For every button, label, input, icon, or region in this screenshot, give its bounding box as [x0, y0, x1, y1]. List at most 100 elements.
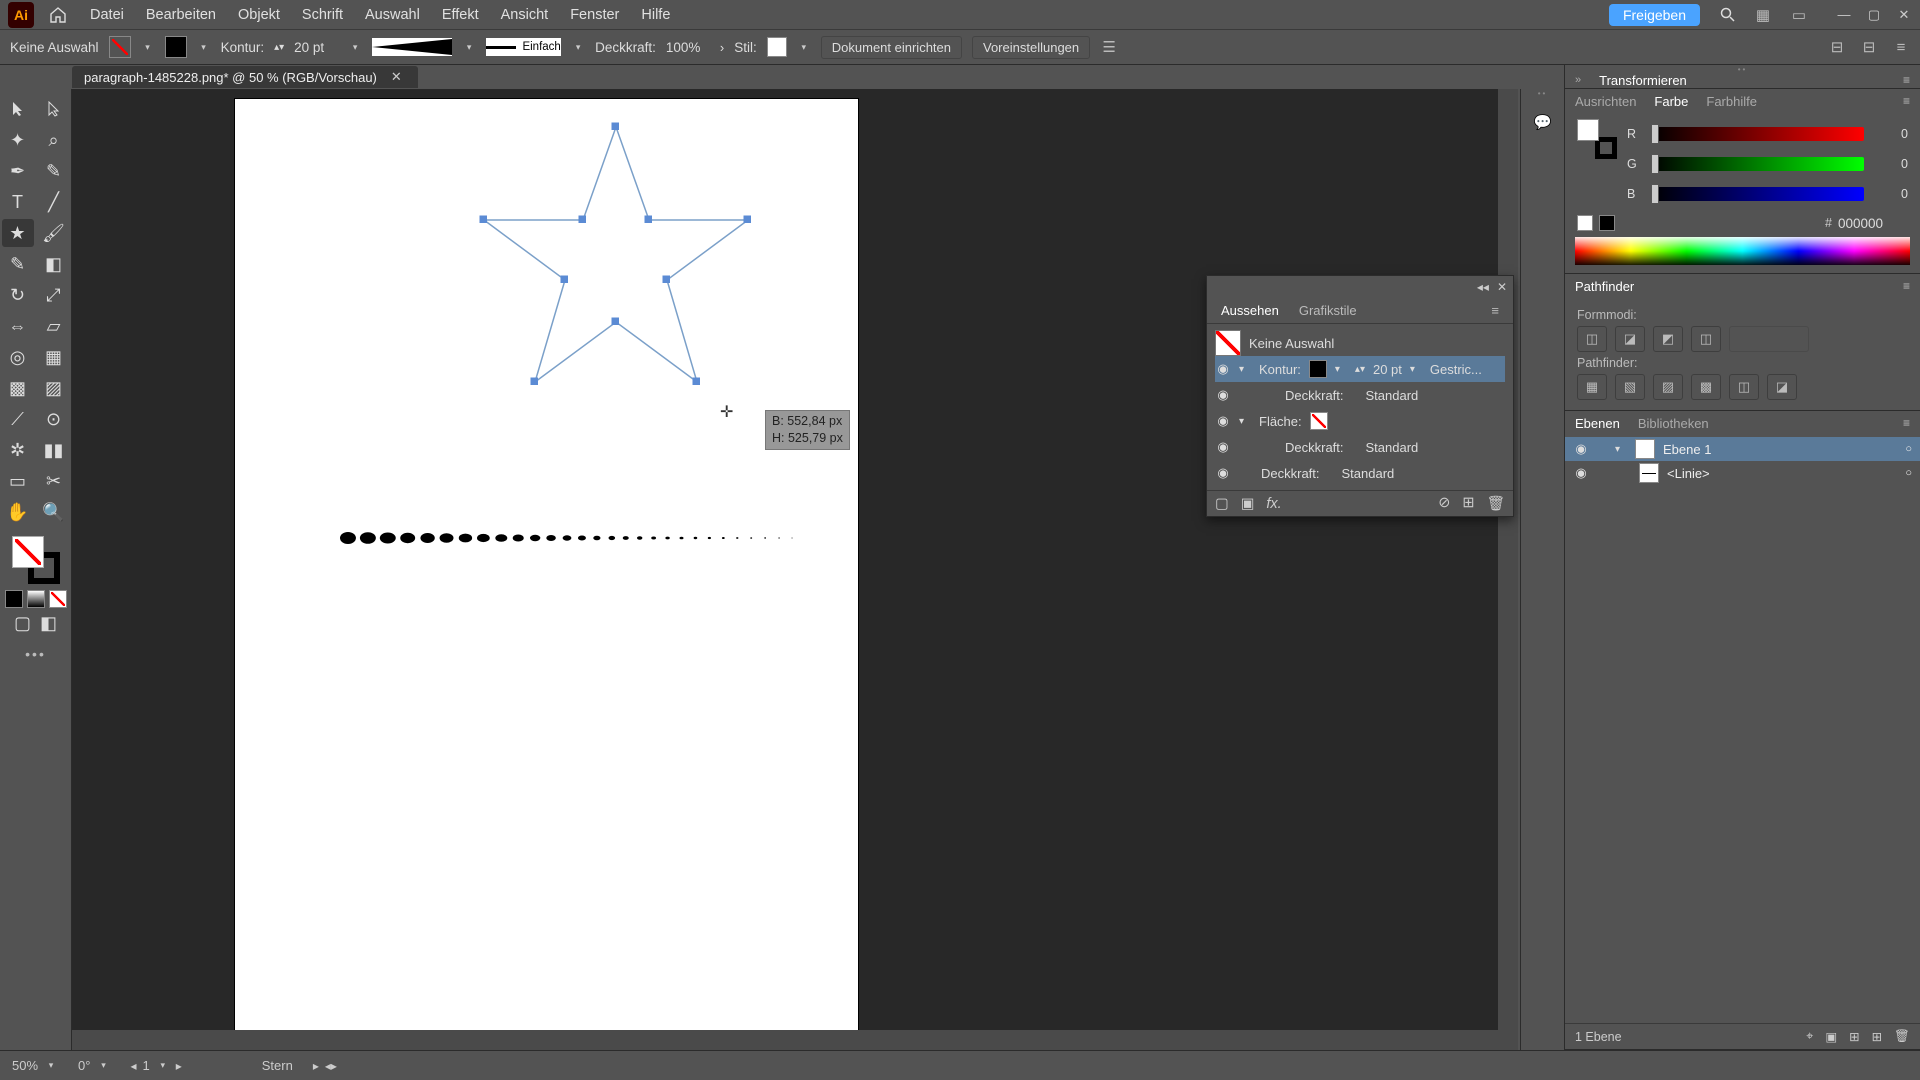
merge-button[interactable]: ▨: [1653, 374, 1683, 400]
make-clipping-mask-icon[interactable]: ▣: [1825, 1029, 1837, 1044]
b-value[interactable]: 0: [1874, 187, 1908, 201]
minimize-button[interactable]: —: [1836, 7, 1852, 23]
delete-item-icon[interactable]: 🗑: [1487, 495, 1505, 512]
artboard-next-icon[interactable]: ▸: [176, 1059, 182, 1073]
panel-options-icon[interactable]: ≡: [1491, 303, 1499, 318]
add-stroke-icon[interactable]: ▢: [1215, 496, 1229, 512]
stroke-weight-dropdown-icon[interactable]: ▾: [348, 40, 362, 54]
stroke-style-dropdown-icon[interactable]: ▾: [571, 40, 585, 54]
kontur-dash-label[interactable]: Gestric...: [1430, 362, 1482, 377]
add-effect-icon[interactable]: fx.: [1266, 496, 1281, 512]
kontur-weight-value[interactable]: 20 pt: [1373, 362, 1402, 377]
minus-front-button[interactable]: ◪: [1615, 326, 1645, 352]
star-tool[interactable]: ★: [2, 219, 34, 247]
black-swatch-button[interactable]: [1599, 215, 1615, 231]
panel-fill-box[interactable]: [1577, 119, 1599, 141]
restore-button[interactable]: ▢: [1866, 7, 1882, 23]
home-button[interactable]: [44, 4, 72, 26]
opacity3-value[interactable]: Standard: [1342, 466, 1395, 481]
locate-object-icon[interactable]: ⌖: [1806, 1029, 1813, 1044]
lasso-tool[interactable]: ⌕: [38, 126, 70, 154]
pathfinder-menu-icon[interactable]: ≡: [1903, 279, 1910, 293]
close-window-button[interactable]: ✕: [1896, 7, 1912, 23]
visibility-toggle-opacity3[interactable]: ◉: [1215, 465, 1231, 481]
crop-button[interactable]: ▩: [1691, 374, 1721, 400]
shape-builder-tool[interactable]: ◎: [2, 343, 34, 371]
layer-name-label[interactable]: Ebene 1: [1663, 442, 1711, 457]
contextual-task-icon[interactable]: 💬: [1528, 107, 1558, 137]
exclude-button[interactable]: ◫: [1691, 326, 1721, 352]
edit-toolbar-button[interactable]: •••: [25, 646, 46, 662]
rotation-dropdown-icon[interactable]: ▾: [96, 1059, 110, 1073]
artboard-tool[interactable]: ▭: [2, 467, 34, 495]
stroke-swatch[interactable]: [165, 36, 187, 58]
line-tool[interactable]: ╱: [38, 188, 70, 216]
expand-transform-icon[interactable]: »: [1575, 74, 1581, 86]
sublayer-target-icon[interactable]: ○: [1905, 467, 1912, 479]
scale-tool[interactable]: ⤢: [38, 281, 70, 309]
layer-target-icon[interactable]: ○: [1905, 443, 1912, 455]
b-slider[interactable]: [1651, 187, 1864, 201]
layers-menu-icon[interactable]: ≡: [1903, 416, 1910, 430]
tab-transformieren[interactable]: Transformieren: [1599, 73, 1687, 88]
menu-hilfe[interactable]: Hilfe: [641, 7, 670, 23]
vertical-scrollbar[interactable]: [1498, 89, 1518, 1030]
eraser-tool[interactable]: ◧: [38, 250, 70, 278]
layer-expand-icon[interactable]: ▾: [1615, 444, 1627, 455]
kontur-swatch[interactable]: [1309, 360, 1327, 378]
opacity-arrow-icon[interactable]: ›: [720, 40, 724, 55]
document-tab[interactable]: paragraph-1485228.png* @ 50 % (RGB/Vorsc…: [72, 66, 418, 88]
tab-farbhilfe[interactable]: Farbhilfe: [1706, 94, 1757, 109]
brush-dropdown-icon[interactable]: ▾: [462, 40, 476, 54]
perspective-grid-tool[interactable]: ▦: [38, 343, 70, 371]
pen-tool[interactable]: ✒: [2, 157, 34, 185]
paintbrush-tool[interactable]: 🖌: [38, 219, 70, 247]
color-mode-none[interactable]: [49, 590, 67, 608]
opacity-input[interactable]: [666, 40, 710, 55]
color-mode-gradient[interactable]: [27, 590, 45, 608]
create-layer-icon[interactable]: ⊞: [1872, 1029, 1882, 1044]
color-menu-icon[interactable]: ≡: [1903, 94, 1910, 108]
tab-farbe[interactable]: Farbe: [1654, 94, 1688, 109]
style-dropdown-icon[interactable]: ▾: [797, 40, 811, 54]
fill-dropdown-icon[interactable]: ▾: [141, 40, 155, 54]
color-mode-solid[interactable]: [5, 590, 23, 608]
stroke-stepper-icon[interactable]: ▴▾: [274, 42, 284, 53]
horizontal-scrollbar[interactable]: [72, 1030, 1518, 1050]
fill-color-box[interactable]: [12, 536, 44, 568]
expand-flaeche-icon[interactable]: ▾: [1239, 416, 1251, 427]
graphic-style-swatch[interactable]: [767, 37, 787, 57]
kontur-stepper-icon[interactable]: ▴▾: [1355, 364, 1365, 375]
arrange-panels-icon[interactable]: ▦: [1754, 6, 1772, 24]
status-nav2-icon[interactable]: ◂▸: [325, 1059, 337, 1073]
preferences-button[interactable]: Voreinstellungen: [972, 36, 1090, 59]
tab-bibliotheken[interactable]: Bibliotheken: [1638, 416, 1709, 431]
symbol-sprayer-tool[interactable]: ✲: [2, 436, 34, 464]
delete-layer-icon[interactable]: 🗑: [1894, 1029, 1910, 1044]
zoom-value[interactable]: 50%: [12, 1058, 38, 1073]
menu-ansicht[interactable]: Ansicht: [501, 7, 549, 23]
selection-tool[interactable]: [2, 95, 34, 123]
magic-wand-tool[interactable]: ✦: [2, 126, 34, 154]
stroke-dropdown-icon[interactable]: ▾: [197, 40, 211, 54]
share-button[interactable]: Freigeben: [1609, 4, 1700, 26]
create-sublayer-icon[interactable]: ⊞: [1849, 1029, 1859, 1044]
type-tool[interactable]: T: [2, 188, 34, 216]
hand-tool[interactable]: ✋: [2, 498, 34, 526]
direct-selection-tool[interactable]: [38, 95, 70, 123]
visibility-toggle-kontur[interactable]: ◉: [1215, 361, 1231, 377]
sublayer-name-label[interactable]: <Linie>: [1667, 466, 1710, 481]
gradient-tool[interactable]: ▨: [38, 374, 70, 402]
zoom-tool[interactable]: 🔍: [38, 498, 70, 526]
menu-auswahl[interactable]: Auswahl: [365, 7, 420, 23]
color-spectrum[interactable]: [1575, 237, 1910, 265]
slice-tool[interactable]: ✂: [38, 467, 70, 495]
align-options-icon[interactable]: ☰: [1100, 38, 1118, 56]
panel-menu-icon[interactable]: ≡: [1892, 38, 1910, 56]
fill-swatch[interactable]: [109, 36, 131, 58]
flaeche-label[interactable]: Fläche:: [1259, 414, 1302, 429]
menu-datei[interactable]: Datei: [90, 7, 124, 23]
hex-input[interactable]: [1838, 216, 1908, 231]
flaeche-swatch[interactable]: [1310, 412, 1328, 430]
transform-menu-icon[interactable]: ≡: [1903, 73, 1910, 87]
